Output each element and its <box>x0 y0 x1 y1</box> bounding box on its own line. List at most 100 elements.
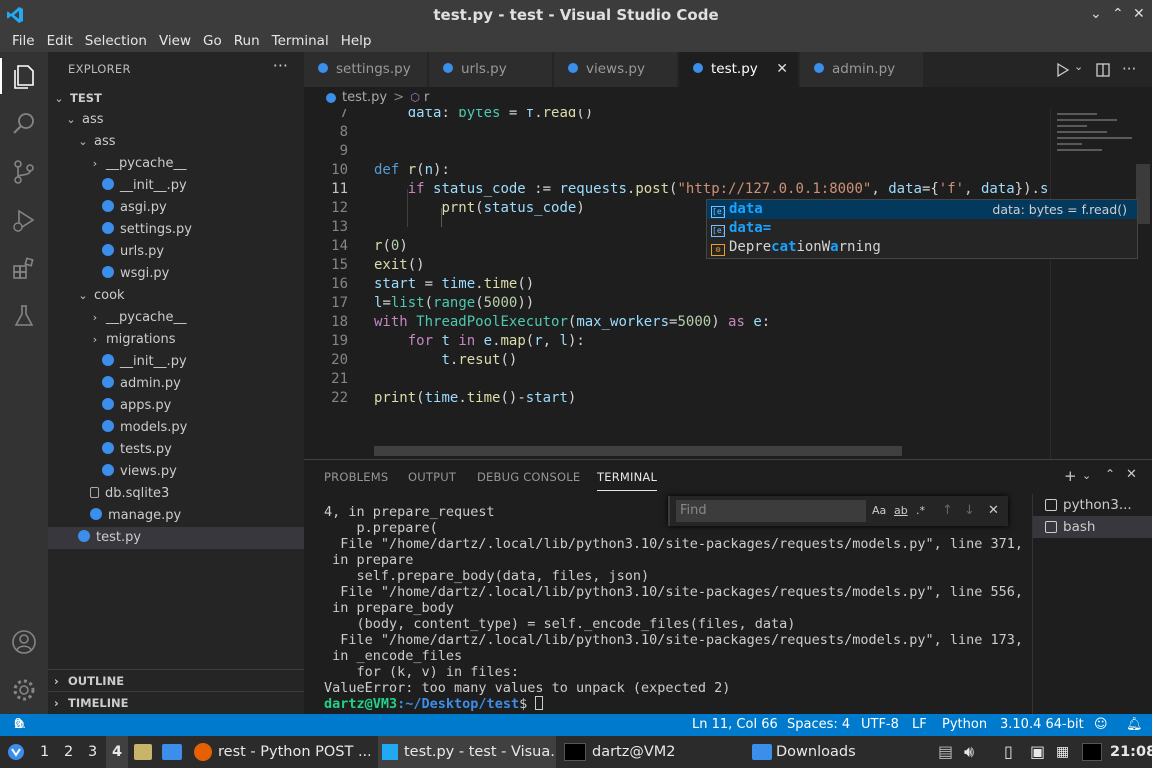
end-of-line[interactable]: LF <box>912 714 927 736</box>
workspace-1[interactable]: 1 <box>40 736 49 768</box>
network-icon[interactable]: ▣ <box>1030 736 1045 768</box>
maximize-icon[interactable]: ⌃ <box>1112 6 1124 22</box>
breadcrumb-file[interactable]: test.py <box>342 90 387 105</box>
tab-settings-py[interactable]: settings.py <box>304 52 428 87</box>
close-panel-icon[interactable]: ✕ <box>1126 467 1137 482</box>
tray-app-icon[interactable]: ▦ <box>1056 736 1069 768</box>
settings-gear-icon[interactable] <box>10 676 38 704</box>
editor-more-icon[interactable]: ··· <box>1122 60 1136 78</box>
tree-file[interactable]: apps.py <box>48 395 304 417</box>
tree-file[interactable]: test.py <box>48 527 304 549</box>
suggestion-item[interactable]: [e] data= <box>707 219 1137 238</box>
menu-selection[interactable]: Selection <box>79 30 153 52</box>
account-icon[interactable] <box>10 628 38 656</box>
tray-terminal-icon[interactable] <box>1082 736 1102 768</box>
workspace-3[interactable]: 3 <box>88 736 97 768</box>
new-terminal-icon[interactable]: + <box>1064 467 1077 485</box>
testing-icon[interactable] <box>10 302 38 330</box>
file-manager-launcher-icon[interactable] <box>134 736 152 768</box>
tab-output[interactable]: OUTPUT <box>408 470 456 484</box>
maximize-panel-icon[interactable]: ⌃ <box>1105 467 1115 481</box>
code-editor[interactable]: 7 data: bytes = f.read() 8 9 10 def r(n): 11 … <box>304 109 1152 459</box>
suggestion-item[interactable]: ⚙ DeprecationWarning <box>707 238 1137 257</box>
python-interpreter[interactable]: 3.10.4 64-bit <box>1000 714 1084 736</box>
menu-go[interactable]: Go <box>197 30 228 52</box>
cursor-position[interactable]: Ln 11, Col 66 <box>692 714 778 736</box>
outline-section[interactable]: › OUTLINE <box>48 669 304 691</box>
breadcrumb-symbol[interactable]: r <box>424 90 429 105</box>
taskbar-window-firefox[interactable]: rest - Python POST ... <box>194 736 370 768</box>
extensions-icon[interactable] <box>10 254 38 282</box>
tree-file[interactable]: asgi.py <box>48 197 304 219</box>
timeline-section[interactable]: › TIMELINE <box>48 691 304 713</box>
split-editor-icon[interactable] <box>1096 63 1110 77</box>
show-desktop-icon[interactable] <box>162 736 182 768</box>
close-window-icon[interactable]: ✕ <box>1133 6 1145 22</box>
terminal-dropdown-icon[interactable]: ⌄ <box>1082 469 1091 482</box>
workspace-4[interactable]: 4 <box>106 736 128 768</box>
language-mode[interactable]: Python <box>942 714 987 736</box>
tab-terminal[interactable]: TERMINAL <box>597 470 658 491</box>
tab-admin-py[interactable]: admin.py <box>800 52 924 87</box>
run-dropdown-icon[interactable]: ⌄ <box>1074 60 1083 73</box>
tree-file[interactable]: admin.py <box>48 373 304 395</box>
tab-test-py[interactable]: test.py ✕ <box>679 52 799 87</box>
tab-debug-console[interactable]: DEBUG CONSOLE <box>477 470 580 484</box>
menu-run[interactable]: Run <box>228 30 266 52</box>
match-case-icon[interactable]: Aa <box>872 500 886 522</box>
terminal-item-bash[interactable]: bash <box>1033 516 1152 538</box>
menu-terminal[interactable]: Terminal <box>266 30 335 52</box>
tree-file[interactable]: views.py <box>48 461 304 483</box>
feedback-icon[interactable]: ☺ <box>1094 714 1108 736</box>
previous-match-icon[interactable]: ↑ <box>942 500 953 522</box>
terminal-item-python[interactable]: python3... <box>1033 494 1152 516</box>
search-icon[interactable] <box>10 110 38 138</box>
tree-folder[interactable]: ⌄ ass <box>48 109 304 131</box>
start-menu-icon[interactable] <box>6 736 28 768</box>
minimap[interactable] <box>1050 109 1136 459</box>
close-find-icon[interactable]: ✕ <box>988 500 999 522</box>
source-control-icon[interactable] <box>10 158 38 186</box>
volume-icon[interactable]: 🔊︎ <box>964 736 974 768</box>
menu-edit[interactable]: Edit <box>41 30 79 52</box>
tree-folder[interactable]: › migrations <box>48 329 304 351</box>
indentation[interactable]: Spaces: 4 <box>787 714 850 736</box>
tree-folder[interactable]: ⌄ TEST <box>48 87 304 109</box>
clipboard-icon[interactable]: ▯ <box>1004 736 1013 768</box>
run-file-icon[interactable] <box>1056 63 1070 77</box>
vertical-scrollbar[interactable] <box>1136 164 1150 224</box>
tree-file[interactable]: models.py <box>48 417 304 439</box>
menu-file[interactable]: File <box>6 30 41 52</box>
suggestion-item[interactable]: [e] data data: bytes = f.read() <box>707 200 1137 219</box>
explorer-icon[interactable] <box>10 62 38 90</box>
minimize-icon[interactable]: ⌄ <box>1090 6 1102 22</box>
taskbar-window-vscode[interactable]: test.py - test - Visua... <box>378 736 556 768</box>
terminal-output[interactable]: 4, in prepare_request p.prepare( File "/… <box>324 504 1024 712</box>
taskbar-window-terminal[interactable]: dartz@VM2 <box>564 736 744 768</box>
close-tab-icon[interactable]: ✕ <box>776 52 788 87</box>
tree-file[interactable]: tests.py <box>48 439 304 461</box>
next-match-icon[interactable]: ↓ <box>964 500 975 522</box>
tray-storage-icon[interactable]: ▤ <box>938 736 953 768</box>
menu-view[interactable]: View <box>153 30 197 52</box>
horizontal-scrollbar[interactable] <box>374 446 902 456</box>
tree-folder[interactable]: › __pycache__ <box>48 153 304 175</box>
tab-views-py[interactable]: views.py <box>554 52 678 87</box>
regex-icon[interactable]: .* <box>916 500 925 522</box>
tree-file[interactable]: __init__.py <box>48 175 304 197</box>
tree-folder[interactable]: ⌄ ass <box>48 131 304 153</box>
tree-file[interactable]: wsgi.py <box>48 263 304 285</box>
run-debug-icon[interactable] <box>10 206 38 234</box>
taskbar-window-downloads[interactable]: Downloads <box>752 736 912 768</box>
tree-folder[interactable]: › __pycache__ <box>48 307 304 329</box>
encoding[interactable]: UTF-8 <box>861 714 899 736</box>
tree-file[interactable]: settings.py <box>48 219 304 241</box>
workspace-2[interactable]: 2 <box>64 736 73 768</box>
more-actions-icon[interactable]: ··· <box>273 56 288 75</box>
tree-file[interactable]: urls.py <box>48 241 304 263</box>
tree-file[interactable]: manage.py <box>48 505 304 527</box>
tree-file[interactable]: __init__.py <box>48 351 304 373</box>
find-input[interactable]: Find <box>676 500 866 522</box>
notifications-bell-icon[interactable]: 🔔︎ <box>1126 714 1143 736</box>
match-whole-word-icon[interactable]: ab <box>894 500 908 522</box>
